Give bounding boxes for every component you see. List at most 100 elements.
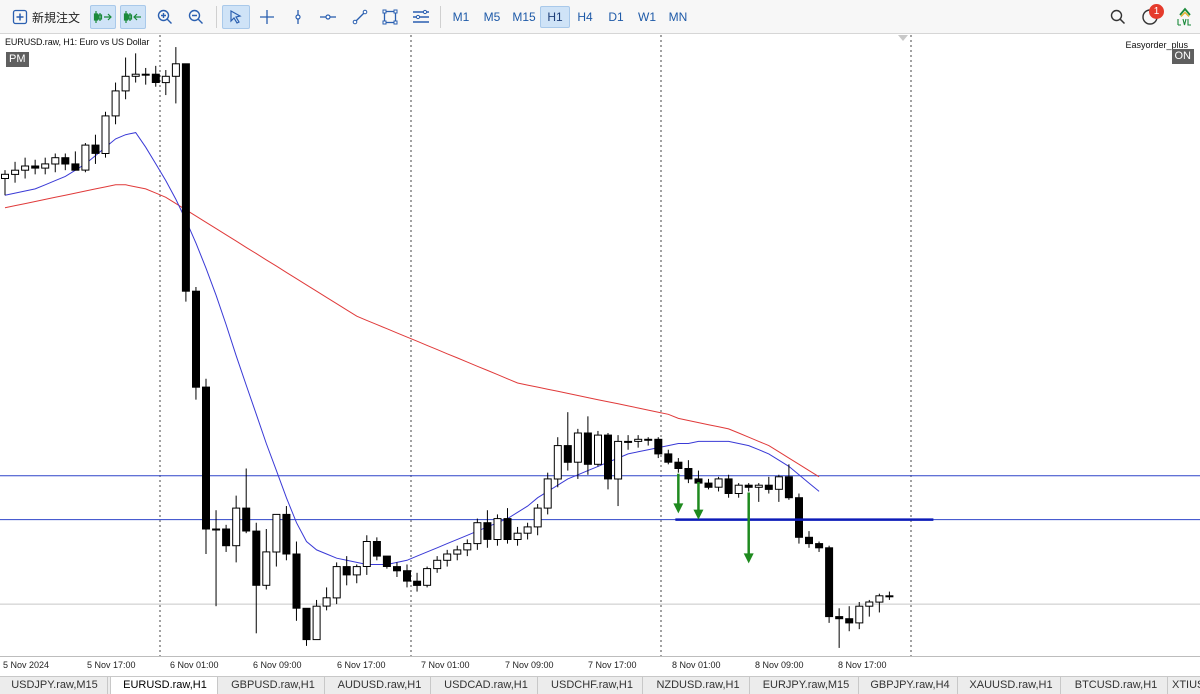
bullish-candle: [272, 513, 281, 553]
toolbar-separator: [216, 6, 217, 28]
bearish-candle: [202, 386, 210, 530]
bullish-candle: [131, 73, 140, 77]
bearish-candle: [604, 434, 612, 480]
crosshair-icon: [259, 9, 275, 25]
bullish-candle: [443, 553, 452, 561]
symbol-tab[interactable]: USDCHF.raw,H1: [540, 677, 643, 694]
zoom-out-button[interactable]: [184, 5, 208, 29]
timeframe-d1[interactable]: D1: [601, 6, 631, 28]
time-axis-label: 5 Nov 2024: [3, 660, 50, 670]
bearish-candle: [724, 478, 733, 494]
trend-line-button[interactable]: [348, 5, 372, 29]
chart-area[interactable]: EURUSD.raw, H1: Euro vs US Dollar PM Eas…: [0, 35, 1200, 656]
timeframe-w1[interactable]: W1: [632, 6, 662, 28]
lvl-button[interactable]: [1174, 5, 1196, 29]
bearish-candle: [825, 547, 834, 618]
crosshair-button[interactable]: [256, 5, 278, 29]
bearish-candle: [31, 165, 40, 169]
bearish-candle: [805, 536, 813, 545]
bullish-candle: [865, 601, 874, 607]
menu-button[interactable]: [409, 5, 433, 29]
bullish-candle: [423, 568, 432, 586]
bearish-candle: [71, 163, 80, 171]
symbol-tabs: USDJPY.raw,M15 EURUSD.raw,H1 GBPUSD.raw,H1…: [0, 676, 1200, 694]
bullish-candle: [573, 432, 582, 463]
cursor-icon: [228, 9, 244, 25]
session-badge: PM: [6, 52, 29, 67]
bullish-candle: [171, 63, 180, 77]
fast-moving-average: [4, 132, 820, 565]
time-axis-label: 7 Nov 01:00: [421, 660, 470, 670]
bearish-candle: [764, 484, 773, 490]
timeframe-h4[interactable]: H4: [570, 6, 600, 28]
bullish-candle: [644, 438, 653, 441]
ea-status-badge[interactable]: ON: [1171, 49, 1194, 64]
chart-shift-icon: [123, 9, 143, 25]
bullish-candle: [754, 484, 763, 488]
bearish-candle: [784, 476, 793, 499]
cursor-button[interactable]: [222, 5, 250, 29]
down-arrow-head: [693, 509, 704, 520]
bearish-candle: [815, 543, 824, 549]
symbol-tab[interactable]: NZDUSD.raw,H1: [645, 677, 750, 694]
bullish-candle: [362, 541, 371, 567]
bearish-candle: [413, 580, 422, 586]
timeframe-m15[interactable]: M15: [508, 6, 540, 28]
bearish-candle: [91, 144, 100, 154]
zoom-in-button[interactable]: [153, 5, 177, 29]
bullish-candle: [141, 73, 150, 76]
bullish-candle: [262, 551, 271, 586]
time-axis: 5 Nov 2024 5 Nov 17:00 6 Nov 01:00 6 Nov 09…: [0, 656, 1200, 676]
bearish-candle: [503, 518, 512, 541]
bullish-candle: [101, 115, 110, 154]
bullish-candle: [433, 559, 442, 570]
vertical-line-icon: [290, 9, 306, 25]
timeframe-mn[interactable]: MN: [663, 6, 693, 28]
bullish-candle: [714, 478, 723, 488]
bearish-candle: [583, 432, 592, 465]
vertical-line-button[interactable]: [287, 5, 309, 29]
symbol-tab[interactable]: EURJPY.raw,M15: [752, 677, 859, 694]
symbol-tab[interactable]: BTCUSD.raw,H1: [1063, 677, 1168, 694]
symbol-tab[interactable]: EURUSD.raw,H1: [110, 677, 218, 694]
bearish-candle: [282, 513, 291, 555]
shapes-button[interactable]: [378, 5, 402, 29]
bullish-candle: [594, 434, 602, 465]
bearish-candle: [393, 566, 401, 572]
price-chart[interactable]: [0, 35, 1200, 656]
symbol-tab[interactable]: USDJPY.raw,M15: [0, 677, 108, 694]
new-order-button[interactable]: 新規注文: [12, 5, 88, 29]
toolbar-separator: [440, 6, 441, 28]
bearish-candle: [61, 157, 70, 165]
time-axis-label: 6 Nov 17:00: [337, 660, 386, 670]
horizontal-line-button[interactable]: [316, 5, 340, 29]
bullish-candle: [513, 532, 522, 541]
notification-count-badge: 1: [1149, 4, 1164, 19]
bullish-candle: [473, 522, 482, 545]
zoom-out-icon: [188, 9, 204, 25]
bearish-candle: [744, 484, 753, 488]
chart-shift-button[interactable]: [120, 5, 146, 29]
bearish-candle: [151, 73, 160, 84]
symbol-tab[interactable]: GBPUSD.raw,H1: [220, 677, 325, 694]
bullish-candle: [41, 163, 50, 169]
bearish-candle: [372, 541, 381, 557]
timeframe-h1[interactable]: H1: [540, 6, 570, 28]
autoscroll-button[interactable]: [90, 5, 116, 29]
bearish-candle: [181, 63, 190, 292]
search-button[interactable]: [1106, 5, 1130, 29]
bearish-candle: [835, 616, 844, 620]
symbol-tab[interactable]: GBPJPY.raw,H4: [861, 677, 958, 694]
timeframe-m1[interactable]: M1: [446, 6, 476, 28]
bullish-candle: [634, 438, 643, 442]
symbol-tab[interactable]: AUDUSD.raw,H1: [327, 677, 431, 694]
symbol-tab[interactable]: XTIUSD.raw,H1: [1170, 677, 1200, 694]
symbol-tab[interactable]: XAUUSD.raw,H1: [960, 677, 1061, 694]
timeframe-m5[interactable]: M5: [477, 6, 507, 28]
bullish-candle: [232, 507, 241, 547]
bearish-candle: [563, 445, 572, 463]
bullish-candle: [312, 605, 321, 641]
symbol-tab[interactable]: USDCAD.raw,H1: [433, 677, 538, 694]
chart-title: EURUSD.raw, H1: Euro vs US Dollar: [5, 37, 150, 47]
time-axis-label: 6 Nov 01:00: [170, 660, 219, 670]
